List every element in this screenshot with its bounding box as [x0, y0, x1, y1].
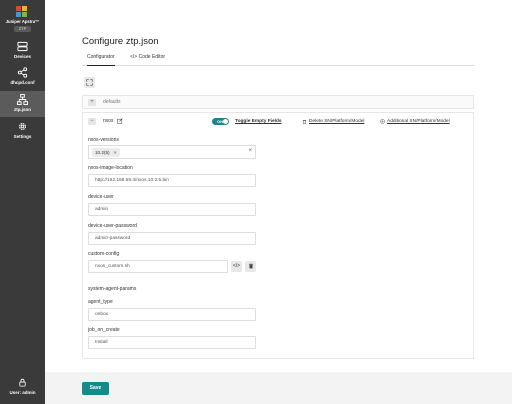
job-on-create-label: job_on_create — [88, 327, 120, 333]
main-content: Configure ztp.json Configurator </> Code… — [45, 0, 512, 404]
toggle-empty-fields-label[interactable]: Toggle Empty Fields — [235, 119, 282, 124]
tab-bar: Configurator </> Code Editor — [82, 52, 474, 66]
sidebar-item-label: Devices — [13, 54, 31, 59]
device-user-label: device-user — [88, 194, 114, 200]
nxos-versions-input[interactable]: 10.2(5) × × — [88, 145, 256, 159]
defaults-section[interactable]: + defaults — [82, 95, 474, 109]
version-tag-label: 10.2(5) — [95, 150, 110, 155]
tab-code-editor[interactable]: </> Code Editor — [130, 54, 165, 66]
trash-icon — [248, 263, 253, 269]
nxos-image-location-field[interactable]: http://192.168.59.4/nxos.10.2.5.bin — [88, 174, 256, 187]
sidebar-item-ztp-json[interactable]: ztp.json — [0, 91, 45, 117]
devices-icon — [17, 41, 28, 52]
code-icon: </> — [232, 263, 241, 269]
device-user-password-field[interactable]: admin-password — [88, 232, 256, 245]
ztp-badge: ZTP — [14, 26, 31, 32]
expand-all-button[interactable] — [84, 77, 95, 88]
nxos-versions-label: nxos-versions — [88, 137, 119, 143]
expand-icon — [86, 79, 93, 86]
sidebar-item-settings[interactable]: Settings — [0, 118, 45, 144]
toggle-empty-fields-switch[interactable]: ON — [212, 118, 229, 125]
job-on-create-field[interactable]: Install — [88, 336, 256, 349]
page-title: Configure ztp.json — [82, 36, 159, 47]
user-label: User: admin — [9, 390, 36, 395]
share-icon — [17, 67, 28, 78]
sidebar-item-label: dhcpd.conf — [10, 80, 35, 85]
custom-config-field[interactable]: nxos_custom.sh — [88, 260, 228, 273]
hierarchy-icon — [17, 94, 28, 105]
trash-icon — [302, 120, 307, 124]
edit-icon[interactable] — [117, 118, 123, 124]
remove-tag-icon[interactable]: × — [114, 150, 117, 155]
system-agent-params-label: system-agent-params — [88, 286, 137, 292]
sidebar-item-label: Settings — [13, 134, 32, 139]
tab-configurator[interactable]: Configurator — [87, 54, 115, 66]
code-editor-button[interactable]: </> — [231, 261, 242, 272]
collapse-nxos-button[interactable]: − — [88, 118, 96, 125]
juniper-logo-icon — [16, 6, 28, 18]
custom-config-label: custom-config — [88, 251, 120, 257]
gear-icon — [18, 122, 27, 131]
device-user-password-label: device-user-password — [88, 223, 137, 229]
user-menu[interactable]: User: admin — [0, 376, 45, 402]
additional-sn-platform-model-link[interactable]: Additional SN/Platform/Model — [387, 119, 450, 124]
nxos-label: nxos — [103, 118, 114, 124]
agent-type-field[interactable]: onbox — [88, 308, 256, 321]
defaults-label: defaults — [103, 99, 121, 105]
device-user-field[interactable]: admin — [88, 203, 256, 216]
toggle-knob — [223, 119, 228, 124]
agent-type-label: agent_type — [88, 299, 113, 305]
lock-icon — [19, 378, 26, 387]
sidebar-item-devices[interactable]: Devices — [0, 38, 45, 64]
nxos-image-location-label: nxos-image-location — [88, 165, 133, 171]
nxos-section: − nxos ON Toggle Empty Fields Delete SN/… — [82, 112, 474, 359]
sidebar-item-label: ztp.json — [14, 107, 31, 112]
expand-defaults-button[interactable]: + — [88, 99, 96, 106]
save-button[interactable]: Save — [82, 382, 109, 395]
delete-custom-config-button[interactable] — [245, 261, 256, 272]
sidebar-item-dhcpd[interactable]: dhcpd.conf — [0, 64, 45, 90]
footer-bar: Save — [45, 372, 512, 404]
sidebar: Juniper Apstra™ ZTP Devices dhcpd.conf z… — [0, 0, 45, 404]
delete-sn-platform-model-link[interactable]: Delete SN/Platform/Model — [309, 119, 364, 124]
plus-circle-icon — [380, 119, 385, 124]
brand-name: Juniper Apstra™ — [5, 19, 40, 24]
clear-icon[interactable]: × — [248, 148, 252, 154]
version-tag: 10.2(5) × — [92, 148, 120, 157]
